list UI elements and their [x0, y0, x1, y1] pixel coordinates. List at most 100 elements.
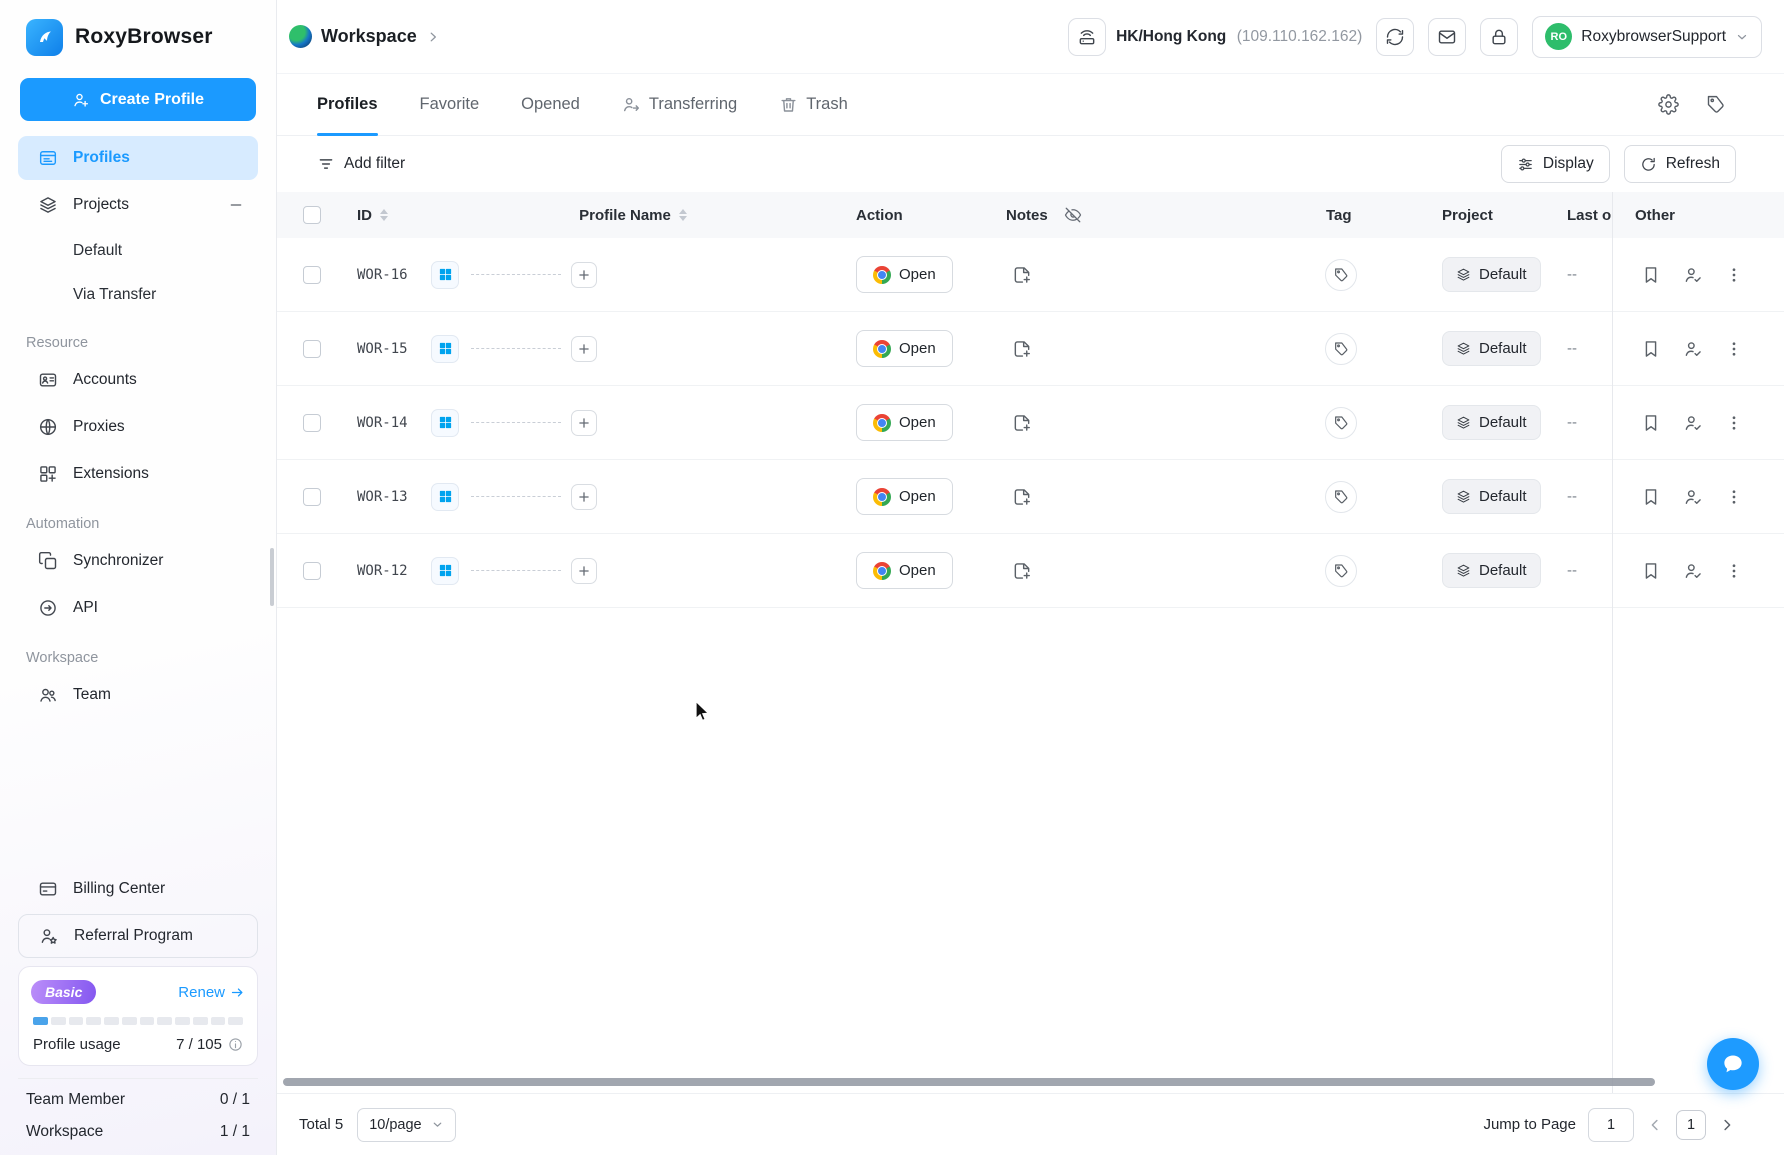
- open-profile-button[interactable]: Open: [856, 330, 953, 367]
- previous-page-icon[interactable]: [1646, 1116, 1664, 1134]
- sidebar-item-billing-center[interactable]: Billing Center: [18, 867, 258, 911]
- row-checkbox[interactable]: [303, 413, 321, 432]
- sidebar-item-projects[interactable]: Projects: [18, 183, 258, 227]
- renew-link[interactable]: Renew: [178, 984, 245, 1001]
- ip-device-button[interactable]: [1068, 17, 1107, 56]
- create-profile-button[interactable]: Create Profile: [20, 78, 256, 121]
- horizontal-scrollbar-thumb[interactable]: [283, 1078, 1655, 1086]
- sidebar-item-api[interactable]: API: [18, 586, 258, 630]
- more-actions-icon[interactable]: [1725, 266, 1743, 284]
- select-all-checkbox[interactable]: [303, 206, 321, 224]
- plan-card: Basic Renew Profile usage 7 / 105: [18, 966, 258, 1066]
- profiles-table: ID Profile Name Action Notes Tag Project…: [277, 192, 1784, 1093]
- windows-icon: [438, 563, 453, 578]
- sidebar-item-proxies[interactable]: Proxies: [18, 405, 258, 449]
- more-actions-icon[interactable]: [1725, 488, 1743, 506]
- project-button[interactable]: Default: [1442, 331, 1541, 366]
- sidebar-item-synchronizer[interactable]: Synchronizer: [18, 539, 258, 583]
- open-profile-button[interactable]: Open: [856, 552, 953, 589]
- row-checkbox[interactable]: [303, 339, 321, 358]
- sidebar-item-referral-program[interactable]: Referral Program: [18, 914, 258, 958]
- sort-id-icon[interactable]: [380, 209, 388, 221]
- tag-icon[interactable]: [1325, 554, 1357, 587]
- project-button[interactable]: Default: [1442, 405, 1541, 440]
- sort-profile-name-icon[interactable]: [678, 209, 687, 221]
- bookmark-icon[interactable]: [1641, 413, 1661, 433]
- sidebar-item-extensions[interactable]: Extensions: [18, 452, 258, 496]
- authorize-user-icon[interactable]: [1683, 339, 1703, 359]
- bookmark-icon[interactable]: [1641, 339, 1661, 359]
- authorize-user-icon[interactable]: [1683, 561, 1703, 581]
- authorize-user-icon[interactable]: [1683, 413, 1703, 433]
- sync-button[interactable]: [1376, 17, 1415, 56]
- add-profile-name-button[interactable]: [571, 409, 597, 436]
- tag-manager-icon[interactable]: [1705, 94, 1726, 115]
- more-actions-icon[interactable]: [1725, 340, 1743, 358]
- add-profile-name-button[interactable]: [571, 335, 597, 362]
- sidebar-item-accounts[interactable]: Accounts: [18, 358, 258, 402]
- open-profile-button[interactable]: Open: [856, 478, 953, 515]
- tag-icon[interactable]: [1325, 258, 1357, 291]
- refresh-button[interactable]: Refresh: [1623, 145, 1736, 183]
- account-menu[interactable]: RO RoxybrowserSupport: [1532, 15, 1762, 58]
- column-header-action: Action: [856, 206, 903, 224]
- next-page-icon[interactable]: [1718, 1116, 1736, 1134]
- sidebar-item-team[interactable]: Team: [18, 673, 258, 717]
- tag-icon[interactable]: [1325, 480, 1357, 513]
- tab-trash[interactable]: Trash: [779, 74, 848, 135]
- collapse-minus-icon[interactable]: [228, 197, 244, 213]
- profile-name-placeholder: [471, 274, 561, 275]
- info-icon[interactable]: [228, 1037, 243, 1052]
- display-button[interactable]: Display: [1500, 145, 1610, 183]
- row-checkbox[interactable]: [303, 487, 321, 506]
- project-item-via-transfer[interactable]: Via Transfer: [18, 275, 258, 315]
- mail-button[interactable]: [1428, 17, 1467, 56]
- add-filter-button[interactable]: Add filter: [317, 155, 405, 173]
- page-number-button[interactable]: 1: [1676, 1109, 1706, 1140]
- eye-off-icon[interactable]: [1064, 206, 1082, 224]
- add-note-icon[interactable]: [1012, 265, 1032, 285]
- workspace-switcher[interactable]: Workspace: [289, 25, 440, 48]
- stat-workspace: Workspace 1 / 1: [26, 1123, 250, 1141]
- row-checkbox[interactable]: [303, 265, 321, 284]
- jump-to-page-input[interactable]: [1588, 1107, 1634, 1142]
- bookmark-icon[interactable]: [1641, 487, 1661, 507]
- row-checkbox[interactable]: [303, 561, 321, 580]
- add-note-icon[interactable]: [1012, 487, 1032, 507]
- project-button[interactable]: Default: [1442, 257, 1541, 292]
- tab-favorite[interactable]: Favorite: [420, 74, 480, 135]
- add-profile-name-button[interactable]: [571, 261, 597, 288]
- more-actions-icon[interactable]: [1725, 414, 1743, 432]
- open-profile-button[interactable]: Open: [856, 404, 953, 441]
- page-size-select[interactable]: 10/page: [357, 1107, 456, 1142]
- ip-region: HK/Hong Kong: [1116, 27, 1227, 45]
- tag-icon[interactable]: [1325, 406, 1357, 439]
- bookmark-icon[interactable]: [1641, 265, 1661, 285]
- tab-label: Trash: [806, 95, 848, 113]
- authorize-user-icon[interactable]: [1683, 265, 1703, 285]
- sidebar-scrollbar-thumb[interactable]: [270, 548, 274, 606]
- bookmark-icon[interactable]: [1641, 561, 1661, 581]
- project-button[interactable]: Default: [1442, 479, 1541, 514]
- chat-widget-button[interactable]: [1707, 1038, 1759, 1090]
- tab-profiles[interactable]: Profiles: [317, 74, 378, 136]
- project-item-default[interactable]: Default: [18, 231, 258, 271]
- tag-icon[interactable]: [1325, 332, 1357, 365]
- settings-gear-icon[interactable]: [1658, 94, 1679, 115]
- add-note-icon[interactable]: [1012, 413, 1032, 433]
- project-button[interactable]: Default: [1442, 553, 1541, 588]
- open-profile-button[interactable]: Open: [856, 256, 953, 293]
- tab-opened[interactable]: Opened: [521, 74, 580, 135]
- sidebar-item-profiles[interactable]: Profiles: [18, 136, 258, 180]
- add-note-icon[interactable]: [1012, 339, 1032, 359]
- arrow-right-icon: [230, 985, 245, 1000]
- add-note-icon[interactable]: [1012, 561, 1032, 581]
- authorize-user-icon[interactable]: [1683, 487, 1703, 507]
- add-profile-name-button[interactable]: [571, 557, 597, 584]
- lock-button[interactable]: [1480, 17, 1519, 56]
- usage-progress-bar: [33, 1017, 243, 1025]
- tab-transferring[interactable]: Transferring: [622, 74, 737, 135]
- table-row: WOR-12 Open Default --: [277, 534, 1784, 608]
- more-actions-icon[interactable]: [1725, 562, 1743, 580]
- add-profile-name-button[interactable]: [571, 483, 597, 510]
